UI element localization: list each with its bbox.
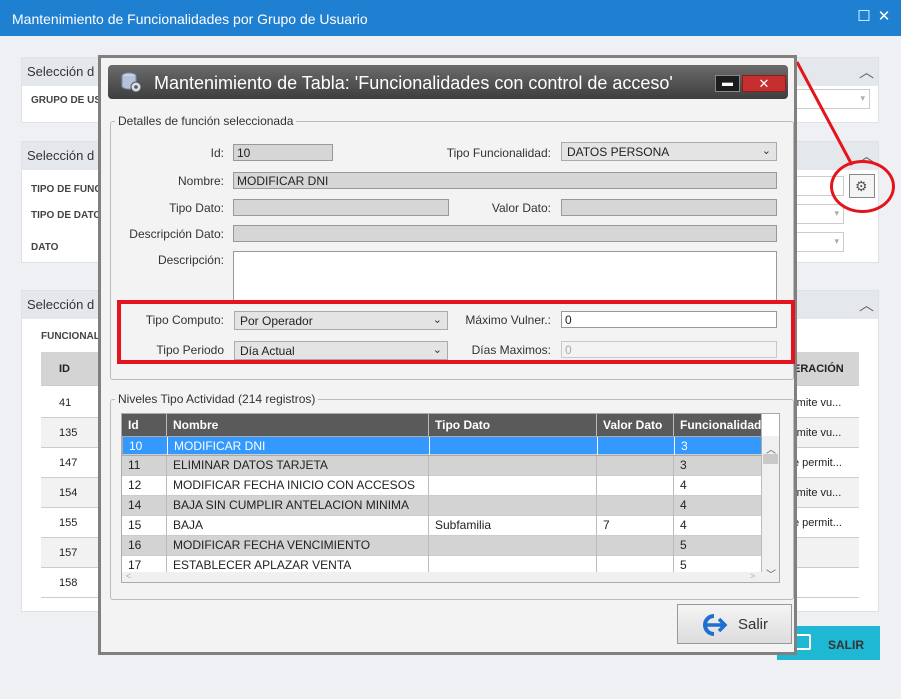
details-legend: Detalles de función seleccionada: [118, 114, 294, 128]
grid-row[interactable]: 14 BAJA SIN CUMPLIR ANTELACION MINIMA 4: [122, 496, 762, 516]
grid-cell-func: 4: [674, 516, 762, 536]
grid-cell-func: 3: [675, 437, 763, 455]
data-type-field[interactable]: [233, 199, 449, 216]
name-field[interactable]: MODIFICAR DNI: [233, 172, 777, 189]
dialog-maximize-icon[interactable]: ▬: [715, 75, 740, 92]
grid-cell-id: 15: [122, 516, 167, 536]
grid-row[interactable]: 15 BAJA Subfamilia 7 4: [122, 516, 762, 536]
grid-row[interactable]: 11 ELIMINAR DATOS TARJETA 3: [122, 456, 762, 476]
grid-row[interactable]: 10 MODIFICAR DNI 3: [122, 436, 763, 456]
grid-cell-valor: [598, 437, 675, 455]
dialog-title: Mantenimiento de Tabla: 'Funcionalidades…: [154, 73, 673, 93]
col-id[interactable]: Id: [122, 414, 167, 436]
activity-levels-grid: Id Nombre Tipo Dato Valor Dato Funcional…: [121, 413, 780, 583]
col-funcionalidad[interactable]: Funcionalidad: [674, 414, 762, 436]
grid-cell-func: 5: [674, 536, 762, 556]
data-type-label: Tipo Dato:: [169, 201, 224, 215]
grid-cell-id: 16: [122, 536, 167, 556]
highlight-box: [117, 300, 795, 364]
grid-cell-nombre: MODIFICAR FECHA INICIO CON ACCESOS: [167, 476, 429, 496]
id-label: Id:: [210, 146, 224, 160]
grid-row[interactable]: 16 MODIFICAR FECHA VENCIMIENTO 5: [122, 536, 762, 556]
description-label: Descripción:: [157, 253, 224, 267]
grid-cell-func: 4: [674, 496, 762, 516]
grid-cell-func: 4: [674, 476, 762, 496]
data-description-label: Descripción Dato:: [129, 227, 224, 241]
scroll-down-icon[interactable]: ﹀: [766, 566, 776, 581]
exit-icon: [703, 614, 728, 636]
grid-cell-tipo: [429, 496, 597, 516]
description-textarea[interactable]: [233, 251, 777, 304]
vertical-scrollbar[interactable]: ︿ ﹀: [762, 436, 779, 582]
function-type-select[interactable]: DATOS PERSONA ⌄: [561, 142, 777, 161]
grid-legend: Niveles Tipo Actividad (214 registros): [118, 392, 316, 406]
grid-cell-id: 10: [123, 437, 168, 455]
grid-cell-id: 12: [122, 476, 167, 496]
grid-header: Id Nombre Tipo Dato Valor Dato Funcional…: [122, 414, 762, 436]
grid-cell-nombre: BAJA SIN CUMPLIR ANTELACION MINIMA: [167, 496, 429, 516]
salir-dialog-button[interactable]: Salir: [677, 604, 792, 644]
dialog-close-icon[interactable]: ✕: [742, 75, 786, 92]
scroll-left-icon[interactable]: <: [126, 571, 131, 581]
horizontal-scrollbar[interactable]: < >: [122, 571, 762, 582]
grid-cell-tipo: Subfamilia: [429, 516, 597, 536]
grid-cell-nombre: MODIFICAR DNI: [168, 437, 430, 455]
grid-cell-tipo: [429, 536, 597, 556]
database-icon: [121, 72, 142, 93]
grid-cell-id: 11: [122, 456, 167, 476]
grid-cell-valor: [597, 496, 674, 516]
col-nombre[interactable]: Nombre: [167, 414, 429, 436]
grid-cell-valor: [597, 476, 674, 496]
grid-cell-valor: [597, 456, 674, 476]
grid-cell-nombre: ELIMINAR DATOS TARJETA: [167, 456, 429, 476]
function-type-value: DATOS PERSONA: [567, 145, 670, 159]
data-value-field[interactable]: [561, 199, 777, 216]
name-label: Nombre:: [177, 174, 224, 188]
col-tipo-dato[interactable]: Tipo Dato: [429, 414, 597, 436]
scroll-thumb[interactable]: [763, 454, 778, 464]
chevron-down-icon: ⌄: [761, 145, 771, 157]
grid-cell-id: 14: [122, 496, 167, 516]
grid-cell-valor: 7: [597, 516, 674, 536]
dialog-titlebar: Mantenimiento de Tabla: 'Funcionalidades…: [108, 65, 788, 99]
grid-cell-tipo: [429, 456, 597, 476]
grid-row[interactable]: 12 MODIFICAR FECHA INICIO CON ACCESOS 4: [122, 476, 762, 496]
grid-cell-nombre: MODIFICAR FECHA VENCIMIENTO: [167, 536, 429, 556]
col-valor-dato[interactable]: Valor Dato: [597, 414, 674, 436]
grid-cell-tipo: [430, 437, 598, 455]
grid-cell-func: 3: [674, 456, 762, 476]
scroll-right-icon[interactable]: >: [750, 571, 755, 581]
grid-cell-tipo: [429, 476, 597, 496]
grid-cell-valor: [597, 536, 674, 556]
data-value-label: Valor Dato:: [491, 201, 551, 215]
grid-cell-nombre: BAJA: [167, 516, 429, 536]
data-description-field[interactable]: [233, 225, 777, 242]
salir-dialog-label: Salir: [738, 616, 769, 633]
function-type-label: Tipo Funcionalidad:: [446, 146, 551, 160]
id-field[interactable]: 10: [233, 144, 333, 161]
